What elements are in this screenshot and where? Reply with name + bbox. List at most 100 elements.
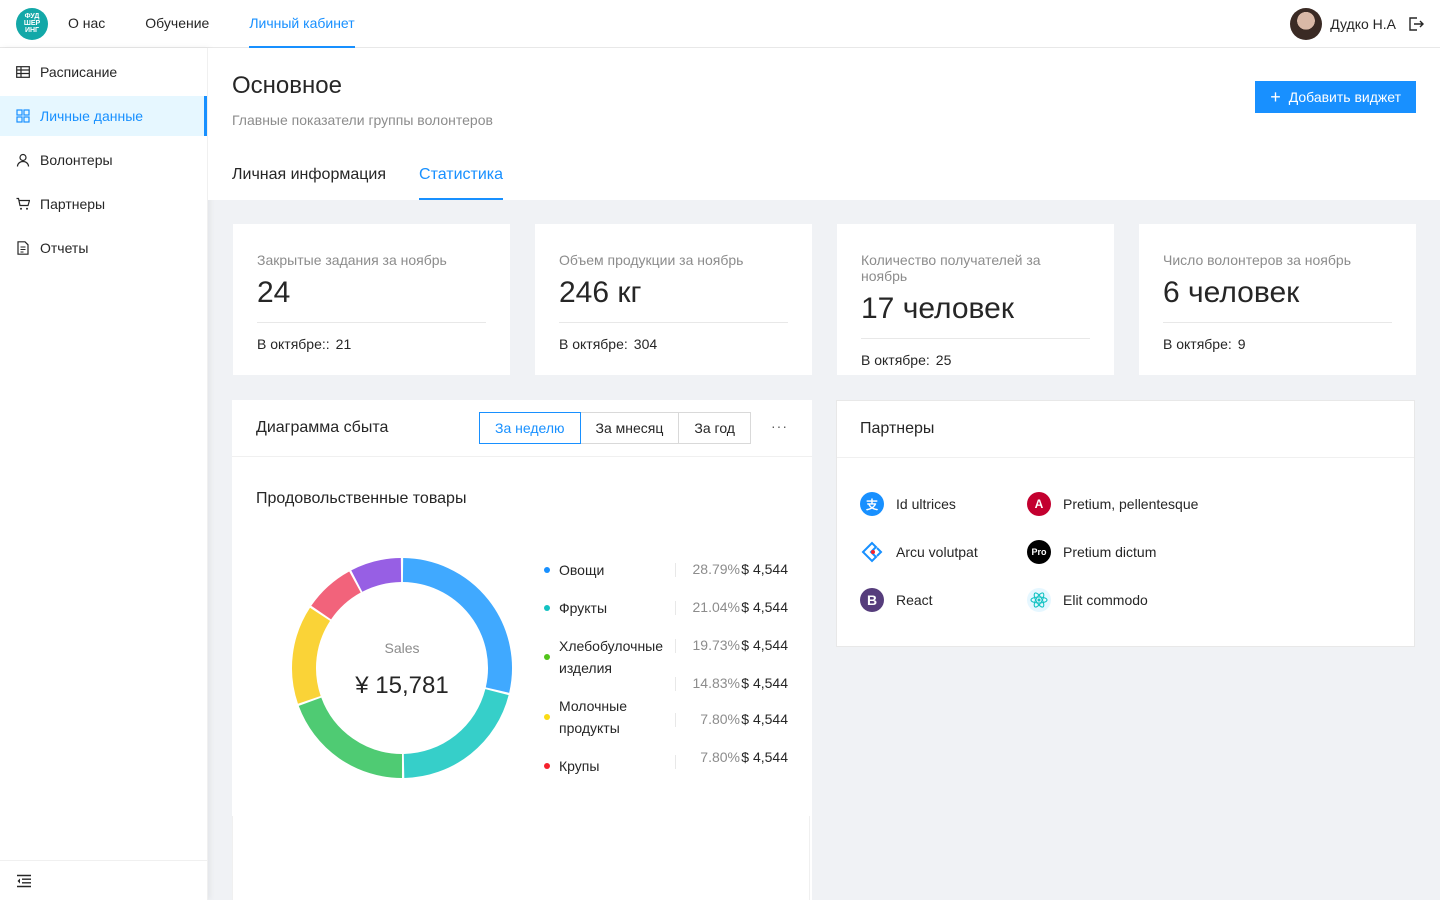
stat-footer: В октябре: 9 — [1163, 336, 1392, 352]
legend-value: $ 4,544 — [741, 711, 788, 727]
stat-card-volunteers: Число волонтеров за ноябрь 6 человек В о… — [1139, 224, 1416, 375]
legend-value: $ 4,544 — [741, 749, 788, 765]
legend-dot — [544, 605, 550, 611]
legend-percent: 7.80% — [700, 749, 740, 765]
period-selector: За неделю За мнесяц За год — [479, 412, 751, 444]
top-bar: ФУД ШЕР ИНГ О нас Обучение Личный кабинет … — [0, 0, 1440, 48]
tab-personal-info[interactable]: Личная информация — [232, 160, 386, 200]
period-week-button[interactable]: За неделю — [479, 412, 581, 444]
sidebar-item-reports[interactable]: Отчеты — [0, 228, 207, 268]
stat-footer: В октябре:: 21 — [257, 336, 486, 352]
sidebar-item-label: Волонтеры — [40, 152, 113, 168]
divider — [1163, 322, 1392, 323]
divider — [559, 322, 788, 323]
legend-dot — [544, 763, 550, 769]
nav-training[interactable]: Обучение — [145, 0, 209, 48]
divider — [675, 755, 676, 769]
donut-chart — [292, 558, 512, 778]
legend-name: Молочные продукты — [559, 698, 627, 736]
stat-foot-label: В октябре: — [1163, 336, 1232, 352]
file-icon — [17, 241, 29, 255]
pro-icon: Pro — [1027, 540, 1051, 564]
dashboard-icon — [16, 109, 30, 123]
partner-item[interactable]: Pro Pretium dictum — [1027, 540, 1156, 564]
page-header: Основное Главные показатели группы волон… — [208, 48, 1440, 200]
bootstrap-icon: B — [860, 588, 884, 612]
divider — [675, 601, 676, 615]
partner-name: Arcu volutpat — [896, 544, 978, 560]
add-widget-button[interactable]: + Добавить виджет — [1255, 81, 1416, 113]
page-title: Основное — [232, 72, 342, 99]
donut-center-label: Sales — [384, 640, 420, 656]
stat-card-tasks: Закрытые задания за ноябрь 24 В октябре:… — [233, 224, 510, 375]
card-title: Партнеры — [860, 420, 935, 437]
stat-card-volume: Объем продукции за ноябрь 246 кг В октяб… — [535, 224, 812, 375]
user-name[interactable]: Дудко Н.А — [1330, 16, 1396, 32]
sidebar-item-volunteers[interactable]: Волонтеры — [0, 140, 207, 180]
divider — [257, 322, 486, 323]
user-icon — [16, 153, 30, 167]
period-month-button[interactable]: За мнесяц — [579, 412, 680, 444]
stat-foot-value: 304 — [633, 336, 658, 352]
legend-value: $ 4,544 — [741, 599, 788, 615]
legend-value: $ 4,544 — [741, 675, 788, 691]
partner-item[interactable]: 支 Id ultrices — [860, 492, 956, 516]
sidebar-collapse[interactable] — [0, 860, 207, 900]
partner-name: Pretium dictum — [1063, 544, 1157, 560]
logo-text: ФУД ШЕР ИНГ — [23, 13, 41, 34]
divider — [675, 713, 676, 727]
stat-label: Число волонтеров за ноябрь — [1163, 252, 1351, 268]
top-nav: О нас Обучение Личный кабинет — [68, 0, 395, 48]
legend-percent: 14.83% — [692, 675, 740, 691]
angular-icon: A — [1027, 492, 1051, 516]
stat-foot-label: В октябре:: — [257, 336, 330, 352]
stat-value: 6 человек — [1163, 276, 1300, 309]
sidebar-item-partners[interactable]: Партнеры — [0, 184, 207, 224]
partner-name: Elit commodo — [1063, 592, 1148, 608]
user-menu[interactable]: Дудко Н.А — [1290, 0, 1440, 48]
tab-statistics[interactable]: Статистика — [419, 160, 504, 200]
partner-name: React — [896, 592, 933, 608]
partner-item[interactable]: Arcu volutpat — [860, 540, 978, 564]
divider — [675, 563, 676, 577]
nav-about[interactable]: О нас — [68, 0, 105, 48]
partners-card: Партнеры 支 Id ultrices A Pretium, pellen… — [836, 400, 1415, 647]
sidebar-item-label: Личные данные — [40, 108, 144, 124]
stat-value: 17 человек — [861, 292, 1014, 325]
sidebar-item-personal-data[interactable]: Личные данные — [0, 96, 207, 136]
chart-subtitle: Продовольственные товары — [256, 490, 467, 507]
logo[interactable]: ФУД ШЕР ИНГ — [16, 7, 48, 40]
stat-foot-label: В октябре: — [559, 336, 628, 352]
page-subtitle: Главные показатели группы волонтеров — [232, 112, 493, 128]
divider — [675, 677, 676, 691]
divider — [861, 338, 1090, 339]
stat-foot-value: 21 — [335, 336, 352, 352]
sidebar: Расписание Личные данные Волонтеры Партн… — [0, 48, 208, 900]
donut-slice — [351, 558, 402, 592]
menu-fold-icon[interactable] — [16, 874, 32, 888]
sidebar-item-schedule[interactable]: Расписание — [0, 52, 207, 92]
antdesign-icon — [860, 540, 884, 564]
donut-center-value: ¥ 15,781 — [355, 672, 449, 699]
legend-dot — [544, 714, 550, 720]
donut-slice — [403, 688, 509, 778]
logout-icon[interactable] — [1408, 16, 1424, 32]
partner-item[interactable]: B React — [860, 588, 933, 612]
stat-footer: В октябре: 25 — [861, 352, 1090, 368]
partner-item[interactable]: A Pretium, pellentesque — [1027, 492, 1198, 516]
card-extension — [232, 816, 810, 900]
legend-name: Хлебобулочные изделия — [559, 638, 664, 676]
sales-chart-card: Диаграмма сбыта За неделю За мнесяц За г… — [232, 400, 812, 900]
legend-dot — [544, 654, 550, 660]
stat-foot-value: 25 — [935, 352, 952, 368]
add-widget-label: Добавить виджет — [1288, 89, 1401, 105]
period-year-button[interactable]: За год — [678, 412, 751, 444]
donut-slice — [311, 571, 362, 620]
nav-personal-account[interactable]: Личный кабинет — [249, 0, 355, 48]
partner-item[interactable]: Elit commodo — [1027, 588, 1148, 612]
card-title: Диаграмма сбыта — [256, 419, 389, 436]
avatar[interactable] — [1290, 8, 1323, 40]
donut-slice — [298, 697, 403, 778]
more-icon[interactable]: ··· — [771, 418, 788, 434]
divider — [675, 639, 676, 653]
